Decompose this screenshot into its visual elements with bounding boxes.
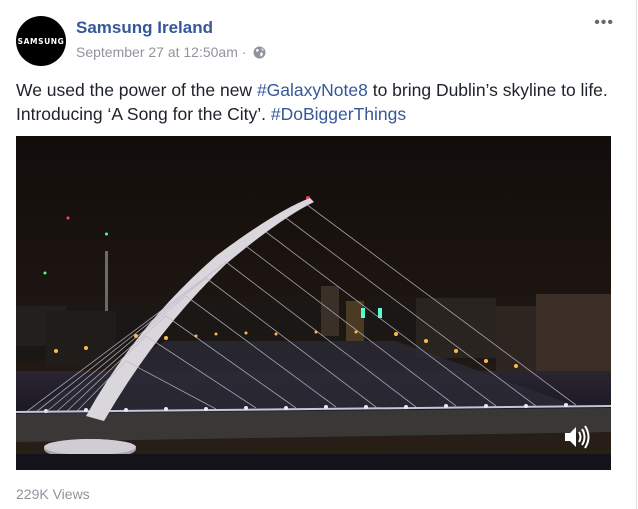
post-timestamp[interactable]: September 27 at 12:50am	[76, 44, 238, 60]
volume-icon[interactable]	[561, 422, 591, 452]
more-options-icon[interactable]: •••	[594, 15, 614, 31]
post-text-part1: We used the power of the new	[16, 80, 257, 100]
video-player[interactable]	[16, 136, 611, 470]
post-card: SAMSUNG Samsung Ireland September 27 at …	[0, 0, 637, 509]
hashtag-galaxynote8[interactable]: #GalaxyNote8	[257, 80, 368, 100]
post-meta: September 27 at 12:50am ·	[76, 44, 266, 60]
video-frame-image	[16, 136, 611, 470]
hashtag-dobiggerthings[interactable]: #DoBiggerThings	[271, 104, 406, 124]
view-count: 229K Views	[16, 486, 90, 502]
meta-separator: ·	[241, 44, 247, 60]
avatar-logo-text: SAMSUNG	[17, 36, 65, 46]
post-message: We used the power of the new #GalaxyNote…	[16, 78, 626, 126]
globe-icon[interactable]	[253, 46, 266, 59]
page-avatar[interactable]: SAMSUNG	[16, 16, 66, 66]
page-name-link[interactable]: Samsung Ireland	[76, 18, 213, 38]
